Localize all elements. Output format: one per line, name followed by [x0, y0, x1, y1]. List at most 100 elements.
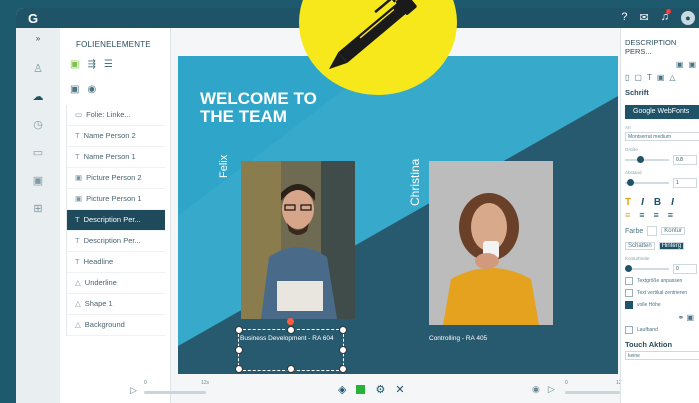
color-swatch[interactable] — [356, 385, 366, 394]
frame-icon[interactable]: ▯ — [625, 73, 629, 82]
mail-icon[interactable]: ✉ — [640, 11, 649, 25]
color-swatch-white[interactable] — [647, 226, 658, 236]
bold-icon[interactable]: B — [654, 197, 661, 208]
checkbox-full-height[interactable]: volle Höhe — [621, 297, 699, 309]
person-2-name[interactable]: Christina — [408, 159, 422, 206]
font-select[interactable]: Montserrat medium — [625, 132, 699, 141]
layer-item[interactable]: T Description Per... — [67, 231, 165, 252]
layer-item-label: Name Person 1 — [83, 152, 136, 161]
person-2-photo[interactable] — [429, 161, 553, 325]
alignment-tools: ≡ ≡ ≡ ≡ — [621, 208, 699, 220]
rotate-handle[interactable] — [287, 318, 294, 325]
checkbox-fit-text[interactable]: Textgröße anpassen — [621, 273, 699, 285]
layout-icon[interactable]: ▣ — [676, 60, 684, 69]
add-image-icon[interactable]: ▣ — [70, 59, 79, 70]
box-icon[interactable]: ▢ — [634, 73, 642, 82]
resize-handle[interactable] — [287, 326, 295, 334]
spacing-value[interactable]: 1 — [673, 178, 697, 188]
person-1-photo[interactable] — [241, 161, 355, 319]
timeline-track-2[interactable] — [565, 391, 620, 394]
align-right-icon[interactable]: ≡ — [654, 210, 659, 220]
layer-item[interactable]: T Description Per... — [67, 210, 165, 231]
person-2-description[interactable]: Controlling - RA 405 — [429, 335, 487, 342]
shadow-row: Schatten Hinterg — [621, 236, 699, 250]
slide-headline[interactable]: WELCOME TO THE TEAM — [200, 90, 320, 126]
collapse-icon[interactable]: » — [30, 34, 46, 48]
list-icon[interactable]: ☰ — [104, 59, 113, 70]
resize-handle[interactable] — [339, 346, 347, 354]
italic-icon[interactable]: I — [641, 197, 644, 208]
align-left-icon[interactable]: ≡ — [625, 210, 630, 220]
justify-icon[interactable]: ≡ — [668, 210, 673, 220]
eye-icon[interactable]: ◉ — [87, 84, 96, 95]
size-slider[interactable]: 0.8 — [625, 155, 699, 165]
align-center-icon[interactable]: ≡ — [639, 210, 644, 220]
italic-alt-icon[interactable]: I — [671, 197, 674, 208]
close-icon[interactable]: ✕ — [395, 383, 404, 396]
preview-play-icon[interactable]: ▷ — [548, 384, 555, 395]
bell-icon[interactable]: ♫ — [661, 9, 671, 25]
layer-item[interactable]: ▣ Picture Person 1 — [67, 189, 165, 210]
link-icon[interactable]: ⚭ — [678, 313, 685, 322]
layer-item[interactable]: T Name Person 2 — [67, 126, 165, 147]
image-tool-icon[interactable]: ▣ — [657, 73, 665, 82]
grid-icon[interactable]: ⊞ — [30, 202, 46, 216]
layer-item-label: Underline — [84, 278, 117, 287]
layer-item[interactable]: △ Underline — [67, 273, 165, 294]
spacing-label: Abstand — [625, 170, 642, 175]
contour-toggle[interactable]: Kontur — [661, 227, 685, 235]
spacing-slider-knob[interactable] — [627, 179, 634, 186]
layer-item[interactable]: ▭ Folie: Linke... — [67, 105, 165, 126]
text-size-icon[interactable]: T — [625, 197, 631, 208]
embed-icon[interactable]: ▣ — [686, 313, 694, 322]
layer-item[interactable]: T Name Person 1 — [67, 147, 165, 168]
size-value[interactable]: 0.8 — [673, 155, 697, 165]
fill-icon[interactable]: ◈ — [338, 383, 346, 396]
resize-handle[interactable] — [235, 326, 243, 334]
cloud-icon[interactable]: ☁ — [30, 90, 46, 104]
edit-badge — [299, 0, 457, 95]
shadow-toggle[interactable]: Schatten — [625, 242, 655, 250]
shape-icon[interactable]: △ — [669, 73, 675, 82]
layer-item[interactable]: △ Background — [67, 315, 165, 336]
resize-handle[interactable] — [235, 365, 243, 373]
layer-item[interactable]: T Headline — [67, 252, 165, 273]
resize-handle[interactable] — [339, 326, 347, 334]
spacing-slider[interactable]: 1 — [625, 178, 699, 188]
preview-eye-icon[interactable]: ◉ — [532, 384, 540, 395]
checkbox-center-text[interactable]: Text vertikal zentrieren — [621, 285, 699, 297]
folder-icon[interactable]: ▣ — [70, 84, 79, 95]
users-icon[interactable]: ♙ — [30, 62, 46, 76]
add-text-icon[interactable]: ⇶ — [87, 59, 95, 70]
slide-canvas[interactable]: WELCOME TO THE TEAM Felix Christina Busi… — [178, 56, 618, 374]
layer-item[interactable]: △ Shape 1 — [67, 294, 165, 315]
layer-type-icon: ▣ — [75, 194, 83, 203]
pen-icon — [328, 0, 417, 70]
layer-type-icon: △ — [75, 320, 81, 329]
play-icon[interactable]: ▷ — [130, 385, 137, 396]
layout-icon-2[interactable]: ▣ — [688, 60, 696, 69]
contour-slider-knob[interactable] — [625, 265, 632, 272]
settings-icon[interactable]: ⚙ — [375, 383, 385, 396]
person-1-name[interactable]: Felix — [218, 155, 230, 178]
resize-handle[interactable] — [287, 365, 295, 373]
clock-icon[interactable]: ◷ — [30, 118, 46, 132]
layer-item-label: Folie: Linke... — [86, 110, 131, 119]
resize-handle[interactable] — [235, 346, 243, 354]
google-webfonts-button[interactable]: Google WebFonts — [625, 105, 699, 119]
resize-handle[interactable] — [339, 365, 347, 373]
help-icon[interactable]: ? — [621, 11, 627, 25]
background-toggle[interactable]: Hinterg — [658, 242, 685, 250]
contour-value[interactable]: 0 — [673, 264, 697, 274]
user-icon[interactable]: ● — [681, 11, 695, 25]
size-slider-knob[interactable] — [637, 156, 644, 163]
touch-action-select[interactable]: keine — [625, 351, 699, 360]
contour-slider[interactable]: 0 — [625, 264, 699, 274]
layer-type-icon: T — [75, 257, 80, 266]
text-icon[interactable]: T — [647, 73, 652, 82]
timeline-track[interactable] — [144, 391, 206, 394]
image-icon[interactable]: ▣ — [30, 174, 46, 188]
layer-item[interactable]: ▣ Picture Person 2 — [67, 168, 165, 189]
monitor-icon[interactable]: ▭ — [30, 146, 46, 160]
checkbox-ticker[interactable]: Laufband — [621, 322, 699, 334]
